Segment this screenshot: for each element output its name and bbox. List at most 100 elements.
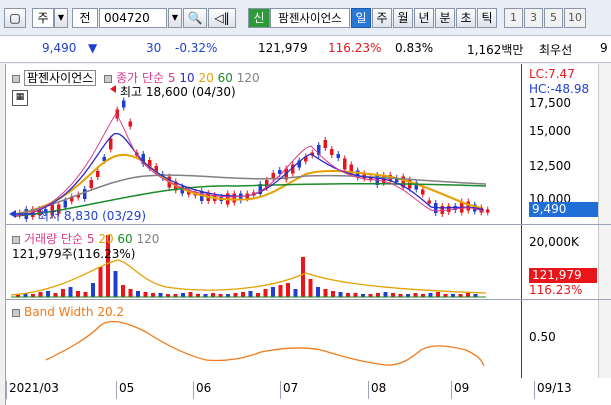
price-chart-svg bbox=[9, 85, 490, 222]
volume-pane-scrollbar[interactable] bbox=[598, 225, 611, 299]
search-icon[interactable]: 🔍 bbox=[183, 8, 207, 28]
market-dropdown-icon[interactable]: ▼ bbox=[54, 8, 68, 28]
xtick-06: 06 bbox=[193, 381, 211, 399]
volume-bar bbox=[263, 289, 268, 297]
new-badge[interactable]: 신 bbox=[248, 8, 270, 28]
xtick-current-date: 09/13 bbox=[534, 381, 572, 399]
volume-value: 121,979 bbox=[258, 41, 308, 55]
quote-bar: 9,490 ▼ 30 -0.32% 121,979 116.23% 0.83% … bbox=[0, 36, 611, 63]
xtick-08: 08 bbox=[368, 381, 386, 399]
volume-bar bbox=[286, 283, 290, 297]
ytick-17500: 17,500 bbox=[529, 96, 571, 110]
volume-bar bbox=[346, 293, 350, 297]
volume-bar bbox=[83, 292, 88, 297]
price-pane[interactable]: 팜젠사이언스 종가 단순 5 10 20 60 120 ▦ 최고 18,600 … bbox=[6, 64, 611, 225]
high-arrow-icon bbox=[110, 85, 116, 93]
volume-bar bbox=[143, 292, 148, 297]
volume-bar bbox=[376, 293, 380, 297]
interval-button-2[interactable]: 5 bbox=[544, 8, 563, 28]
volume-bar bbox=[331, 291, 335, 297]
grid-table-icon[interactable]: ▦ bbox=[12, 90, 28, 106]
volume-bar bbox=[413, 293, 418, 297]
bandwidth-pane-scrollbar[interactable] bbox=[598, 300, 611, 378]
ma5-line bbox=[15, 113, 485, 217]
period-button-6[interactable]: 틱 bbox=[477, 8, 497, 28]
volume-bar bbox=[241, 292, 245, 297]
volume-pane[interactable]: 거래량 단순 5 20 60 120 121,979주(116.23%) 20,… bbox=[6, 225, 611, 300]
volume-ratio: 116.23% bbox=[328, 41, 382, 55]
volume-bar bbox=[91, 283, 95, 297]
volume-bar bbox=[436, 292, 440, 297]
volume-bar bbox=[466, 293, 470, 297]
volume-bar bbox=[68, 287, 73, 297]
interval-button-1[interactable]: 3 bbox=[524, 8, 543, 28]
volume-title: 거래량 단순 bbox=[24, 232, 84, 246]
volume-bar bbox=[233, 293, 238, 297]
low-price-label: 최저 8,830 (03/29) bbox=[38, 209, 147, 223]
volume-bar bbox=[76, 291, 80, 297]
period-button-4[interactable]: 분 bbox=[435, 8, 455, 28]
volume-bar bbox=[53, 293, 58, 297]
volume-bar bbox=[293, 289, 298, 297]
volume-bar bbox=[271, 287, 275, 297]
volume-bar bbox=[128, 289, 133, 297]
volume-bar bbox=[61, 289, 65, 297]
bandwidth-value: 20.2 bbox=[97, 305, 125, 319]
volume-bar bbox=[353, 293, 358, 297]
ma-legend-checkbox[interactable] bbox=[104, 74, 113, 83]
x-axis: 2021/03 05 06 07 08 09 09/13 bbox=[6, 378, 611, 405]
code-dropdown-icon[interactable]: ▼ bbox=[168, 8, 182, 28]
code-input[interactable]: 004720 bbox=[99, 8, 167, 28]
volume-bar bbox=[38, 292, 43, 297]
vol-ma120-label: 120 bbox=[136, 232, 160, 246]
period-button-0[interactable]: 일 bbox=[351, 8, 371, 28]
volume-bar bbox=[98, 267, 103, 297]
bandwidth-line bbox=[45, 320, 485, 367]
interval-button-0[interactable]: 1 bbox=[504, 8, 523, 28]
volume-bar bbox=[391, 293, 395, 297]
ma120-label: 120 bbox=[236, 71, 260, 85]
price-pane-scrollbar[interactable] bbox=[598, 64, 611, 224]
volume-bar bbox=[338, 292, 343, 297]
bw-ytick: 0.50 bbox=[529, 330, 556, 344]
vol-ma60-label: 60 bbox=[117, 232, 133, 246]
volume-bar bbox=[278, 285, 283, 297]
xtick-07: 07 bbox=[280, 381, 298, 399]
period-button-3[interactable]: 년 bbox=[414, 8, 434, 28]
vol-ma20-line bbox=[10, 259, 487, 296]
chart-area[interactable]: 팜젠사이언스 종가 단순 5 10 20 60 120 ▦ 최고 18,600 … bbox=[5, 64, 611, 405]
lc-label: LC:7.47 bbox=[529, 67, 575, 81]
window-icon[interactable]: ▢ bbox=[4, 8, 26, 28]
volume-bar bbox=[211, 293, 215, 297]
trade-amount: 1,162백만 bbox=[467, 43, 524, 57]
market-select[interactable]: 주 bbox=[32, 8, 54, 28]
period-button-1[interactable]: 주 bbox=[372, 8, 392, 28]
change-percent: -0.32% bbox=[175, 41, 218, 55]
toolbar: ▢ 주 ▼ 전 004720 ▼ 🔍 ◁‖ 신 팜젠사이언스 일주월년분초틱13… bbox=[0, 0, 611, 36]
current-price: 9,490 bbox=[42, 41, 77, 55]
vol-ma20-label: 20 bbox=[98, 232, 114, 246]
volume-bar bbox=[46, 291, 50, 297]
volume-bar bbox=[323, 289, 328, 297]
period-button-2[interactable]: 월 bbox=[393, 8, 413, 28]
stock-name-legend: 팜젠사이언스 bbox=[24, 70, 97, 86]
volume-bar bbox=[113, 271, 118, 297]
ytick-12500: 12,500 bbox=[529, 159, 571, 173]
xtick-2021-03: 2021/03 bbox=[6, 381, 59, 399]
period-button-5[interactable]: 초 bbox=[456, 8, 476, 28]
bandwidth-checkbox[interactable] bbox=[12, 308, 20, 317]
volume-bar bbox=[151, 293, 155, 297]
query-mode-button[interactable]: 전 bbox=[72, 8, 98, 28]
bandwidth-pane[interactable]: Band Width 20.2 0.50 bbox=[6, 300, 611, 379]
volume-checkbox[interactable] bbox=[12, 235, 20, 244]
down-arrow-icon: ▼ bbox=[88, 41, 98, 55]
volume-bar bbox=[181, 293, 185, 297]
legend-checkbox[interactable] bbox=[12, 74, 20, 83]
best-bid-label: 최우선 bbox=[539, 43, 573, 57]
volume-bar bbox=[121, 285, 125, 297]
xtick-09: 09 bbox=[451, 381, 469, 399]
ytick-15000: 15,000 bbox=[529, 124, 571, 138]
interval-button-3[interactable]: 10 bbox=[564, 8, 586, 28]
speaker-icon[interactable]: ◁‖ bbox=[208, 8, 236, 28]
volume-info: 121,979주(116.23%) bbox=[12, 247, 136, 261]
